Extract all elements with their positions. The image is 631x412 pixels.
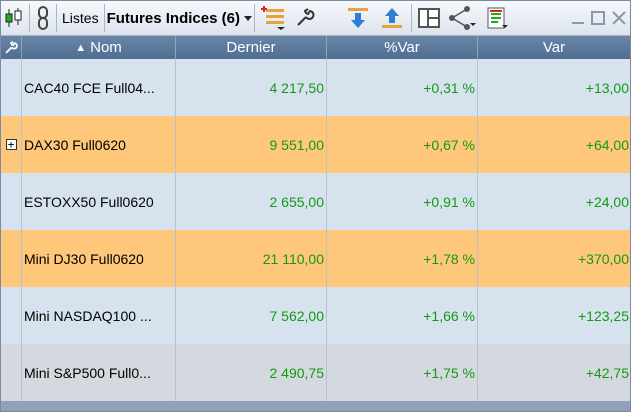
column-header-label: Nom [90, 39, 122, 56]
move-up-icon[interactable] [375, 2, 409, 35]
watchlist-window: Listes Futures Indices (6) ▲ Nom Dernier… [0, 0, 631, 412]
percent-change: +0,67 % [327, 116, 478, 173]
table-row[interactable]: Mini S&P500 Full0... 2 490,75 +1,75 % +4… [1, 344, 630, 401]
last-price: 2 490,75 [176, 344, 327, 401]
sort-ascending-icon: ▲ [75, 41, 87, 54]
row-gutter [1, 344, 22, 401]
column-settings-wrench-icon[interactable] [1, 36, 22, 59]
instrument-name: Mini NASDAQ100 ... [22, 287, 176, 344]
toolbar-separator [29, 4, 30, 32]
expand-plus-icon[interactable]: + [5, 139, 17, 150]
percent-change: +0,91 % [327, 173, 478, 230]
maximize-icon[interactable] [588, 2, 608, 35]
wrench-icon[interactable] [291, 2, 319, 35]
instrument-name: DAX30 Full0620 [22, 116, 176, 173]
column-header-pct-var[interactable]: %Var [327, 36, 478, 59]
percent-change: +1,78 % [327, 230, 478, 287]
listes-button[interactable]: Listes [59, 2, 102, 35]
horizontal-scrollbar[interactable] [1, 401, 630, 411]
table-row[interactable]: CAC40 FCE Full04... 4 217,50 +0,31 % +13… [1, 59, 630, 116]
share-icon[interactable] [444, 2, 480, 35]
toolbar-separator [253, 4, 255, 32]
last-price: 4 217,50 [176, 59, 327, 116]
link-icon[interactable] [32, 2, 54, 35]
row-gutter: + [1, 116, 22, 173]
column-header-label: %Var [384, 39, 420, 56]
change: +24,00 [585, 193, 629, 210]
toolbar-separator [56, 4, 57, 32]
instrument-name: ESTOXX50 Full0620 [22, 173, 176, 230]
report-icon[interactable] [480, 2, 514, 35]
list-selector-label: Futures Indices (6) [106, 9, 240, 27]
row-gutter [1, 59, 22, 116]
minimize-icon[interactable] [568, 2, 588, 35]
row-gutter [1, 230, 22, 287]
toolbar: Listes Futures Indices (6) [1, 1, 630, 36]
list-selector-dropdown[interactable]: Futures Indices (6) [107, 2, 252, 35]
column-header-nom[interactable]: ▲ Nom [22, 36, 176, 59]
row-gutter [1, 173, 22, 230]
instrument-name: Mini S&P500 Full0... [22, 344, 176, 401]
toolbar-separator [410, 4, 412, 32]
last-price: 9 551,00 [176, 116, 327, 173]
toolbar-separator [103, 4, 105, 32]
instrument-name: Mini DJ30 Full0620 [22, 230, 176, 287]
last-price: 21 110,00 [176, 230, 327, 287]
last-price: 2 655,00 [176, 173, 327, 230]
change: +64,00 [585, 136, 629, 153]
table-body: CAC40 FCE Full04... 4 217,50 +0,31 % +13… [1, 59, 630, 401]
change: +370,00 [578, 250, 629, 267]
column-header-dernier[interactable]: Dernier [176, 36, 327, 59]
table-row[interactable]: Mini NASDAQ100 ... 7 562,00 +1,66 % +123… [1, 287, 630, 344]
table-row[interactable]: Mini DJ30 Full0620 21 110,00 +1,78 % +37… [1, 230, 630, 287]
column-header-label: Var [542, 39, 566, 56]
column-header-label: Dernier [226, 39, 276, 56]
close-icon[interactable] [608, 2, 630, 35]
change: +123,25 [578, 307, 629, 324]
table-header: ▲ Nom Dernier %Var Var [1, 36, 630, 59]
percent-change: +0,31 % [327, 59, 478, 116]
column-header-var[interactable]: Var [478, 36, 630, 59]
row-gutter [1, 287, 22, 344]
candlestick-chart-icon[interactable] [1, 2, 27, 35]
change: +13,00 [585, 79, 629, 96]
instrument-name: CAC40 FCE Full04... [22, 59, 176, 116]
chevron-down-icon [243, 15, 252, 21]
last-price: 7 562,00 [176, 287, 327, 344]
percent-change: +1,75 % [327, 344, 478, 401]
percent-change: +1,66 % [327, 287, 478, 344]
table-row[interactable]: + DAX30 Full0620 9 551,00 +0,67 % +64,00 [1, 116, 630, 173]
change: +42,75 [585, 364, 629, 381]
move-down-icon[interactable] [341, 2, 375, 35]
add-columns-icon[interactable] [257, 2, 291, 35]
table-row[interactable]: ESTOXX50 Full0620 2 655,00 +0,91 % +24,0… [1, 173, 630, 230]
layout-panels-icon[interactable] [414, 2, 444, 35]
